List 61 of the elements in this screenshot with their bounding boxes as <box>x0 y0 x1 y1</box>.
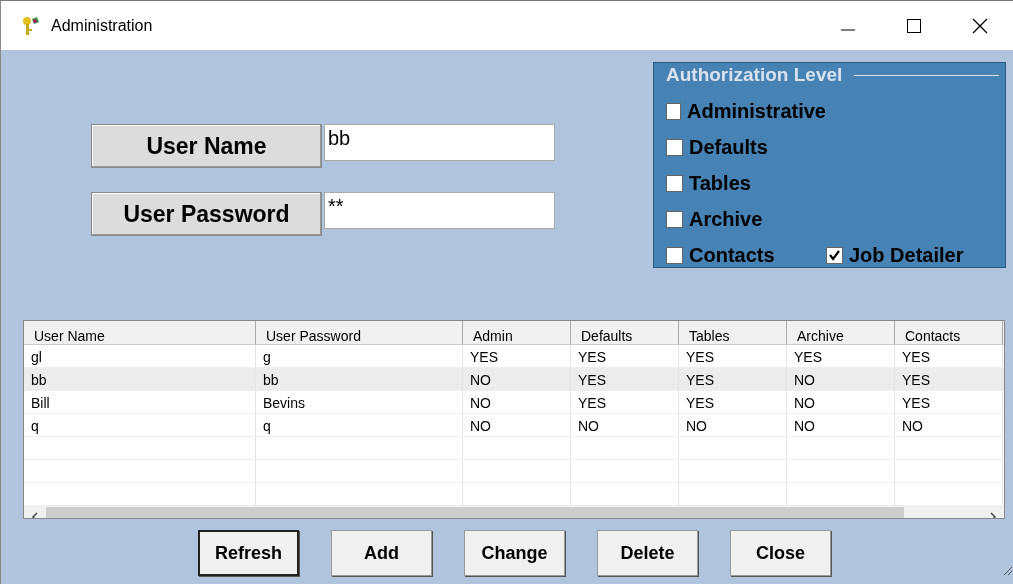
table-cell: NO <box>787 391 895 413</box>
table-cell: YES <box>787 345 895 367</box>
table-cell: YES <box>895 368 1003 390</box>
keys-icon <box>21 15 41 36</box>
table-cell: NO <box>571 414 679 436</box>
column-header[interactable]: Admin <box>463 321 571 344</box>
table-cell: NO <box>463 368 571 390</box>
table-cell: YES <box>895 391 1003 413</box>
password-field[interactable]: ** <box>324 192 555 229</box>
table-cell: bb <box>24 368 256 390</box>
column-header[interactable]: User Password <box>256 321 463 344</box>
table-cell: g <box>256 345 463 367</box>
table-cell: NO <box>679 414 787 436</box>
table-cell: q <box>24 414 256 436</box>
table-cell: YES <box>571 345 679 367</box>
checkbox[interactable]: Contacts <box>666 243 826 267</box>
checkbox[interactable]: Tables <box>666 171 826 195</box>
column-header[interactable]: Tables <box>679 321 787 344</box>
user-name-field[interactable]: bb <box>324 124 555 161</box>
checkbox[interactable]: Job Detailer <box>826 243 986 267</box>
table-cell: YES <box>679 368 787 390</box>
table-cell: NO <box>787 414 895 436</box>
table-cell: YES <box>571 391 679 413</box>
table-cell: NO <box>787 368 895 390</box>
table-row[interactable]: bb bb NO YES YES NO YES <box>24 368 1004 391</box>
table-cell: YES <box>571 368 679 390</box>
table-cell: bb <box>256 368 463 390</box>
column-header[interactable]: Archive <box>787 321 895 344</box>
checkbox[interactable]: Defaults <box>666 135 826 159</box>
close-icon <box>972 17 988 34</box>
field-label: User Password <box>91 192 322 236</box>
table-row[interactable]: Bill Bevins NO YES YES NO YES <box>24 391 1004 414</box>
action-button[interactable]: Change <box>464 530 565 576</box>
action-button[interactable]: Delete <box>597 530 698 576</box>
column-header[interactable]: User Name <box>24 321 256 344</box>
checkbox[interactable]: Administrative <box>666 99 826 123</box>
table-cell: YES <box>679 391 787 413</box>
window-title: Administration <box>51 16 153 35</box>
checkbox[interactable]: Archive <box>666 207 826 231</box>
table-row[interactable]: q q NO NO NO NO NO <box>24 414 1004 437</box>
checkmark-icon <box>828 248 841 262</box>
maximize-icon <box>907 18 921 33</box>
minimize-icon <box>841 28 855 31</box>
table-cell: YES <box>895 345 1003 367</box>
action-button[interactable]: Close <box>730 530 831 576</box>
column-header[interactable]: Contacts <box>895 321 1003 344</box>
column-header[interactable]: Defaults <box>571 321 679 344</box>
table-cell: YES <box>463 345 571 367</box>
action-button[interactable]: Refresh <box>198 530 299 576</box>
resize-grip-icon[interactable] <box>1001 564 1013 576</box>
table-cell: q <box>256 414 463 436</box>
table-cell: NO <box>895 414 1003 436</box>
table-cell: gl <box>24 345 256 367</box>
group-title: Authorization Level <box>666 64 843 86</box>
table-cell: NO <box>463 391 571 413</box>
table-cell: NO <box>463 414 571 436</box>
table-cell: Bevins <box>256 391 463 413</box>
table-cell: YES <box>679 345 787 367</box>
table-cell: Bill <box>24 391 256 413</box>
field-label: User Name <box>91 124 322 168</box>
action-button[interactable]: Add <box>331 530 432 576</box>
